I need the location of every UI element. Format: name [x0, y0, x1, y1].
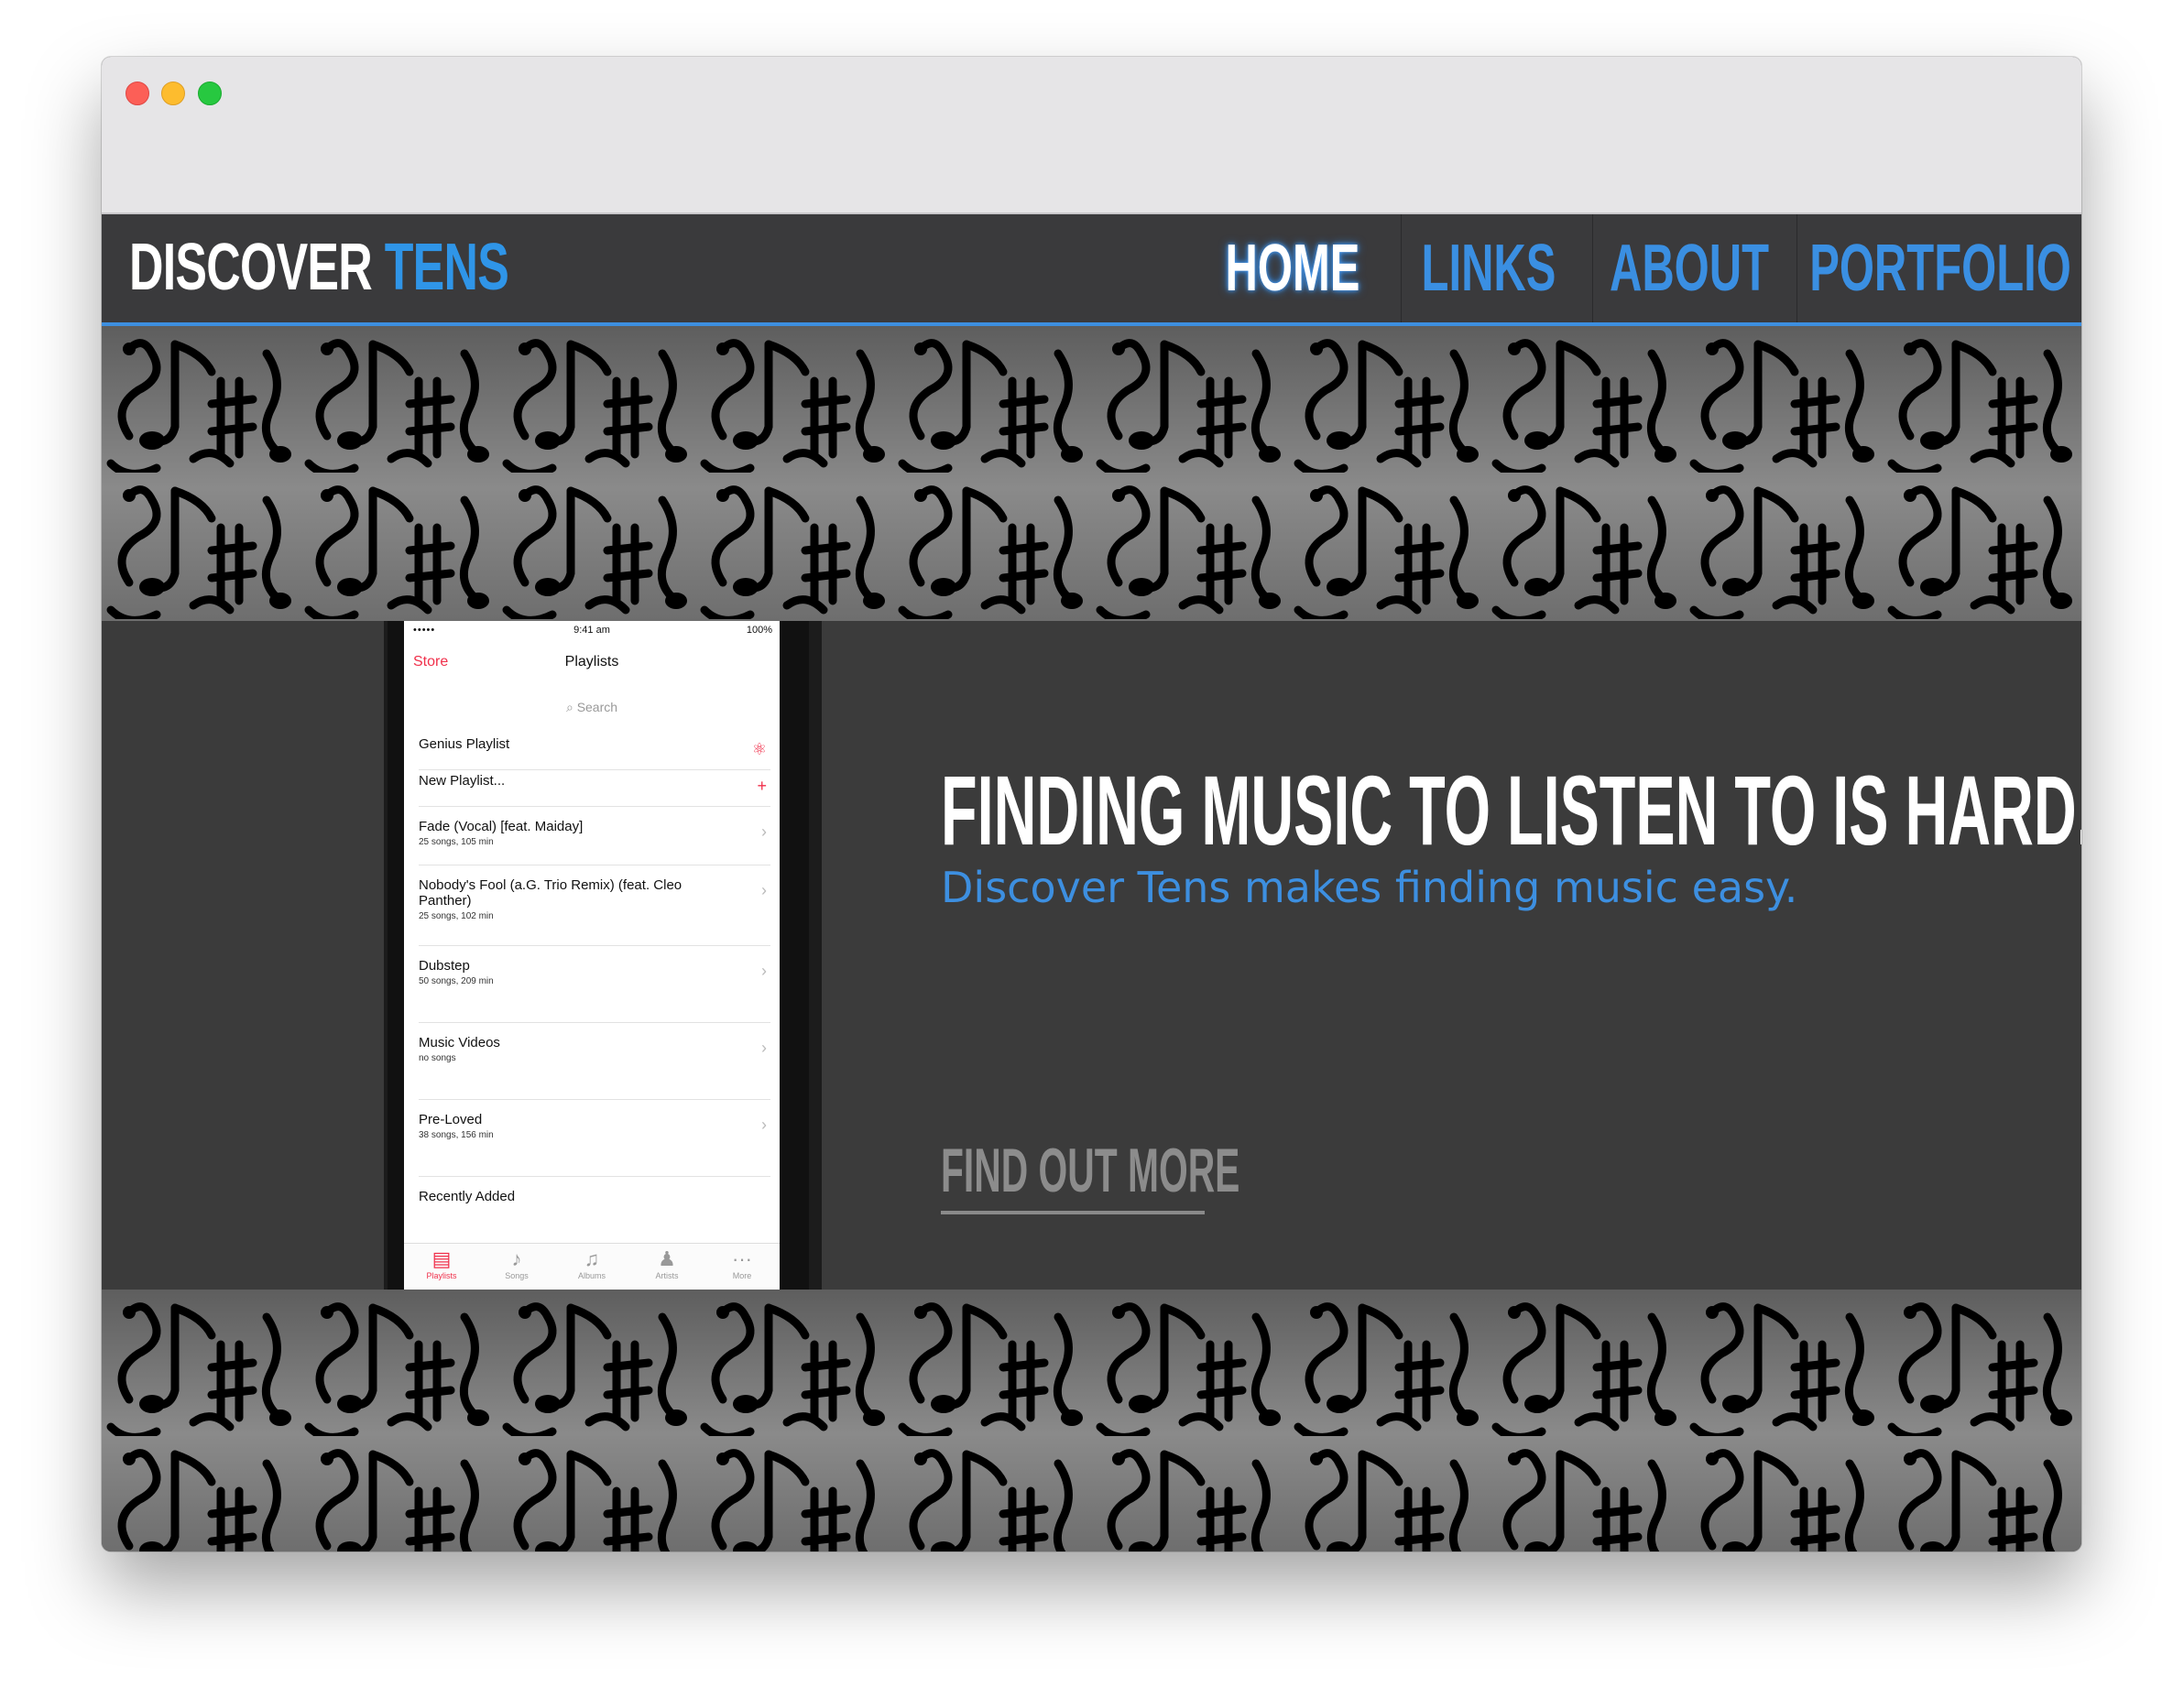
nav-link-links[interactable]: LINKS	[1401, 214, 1576, 322]
playlist-meta: no songs	[419, 1053, 456, 1063]
chevron-right-icon: ›	[761, 881, 767, 899]
chevron-right-icon: ›	[761, 822, 767, 841]
search-icon: ⌕	[565, 700, 573, 714]
tab-label: Songs	[505, 1271, 529, 1280]
music-notes-background	[102, 326, 2081, 621]
plus-icon: +	[757, 777, 767, 795]
tab-playlists[interactable]: ▤ Playlists	[404, 1244, 479, 1290]
tab-artists[interactable]: ♟ Artists	[629, 1244, 704, 1290]
playlist-meta: 38 songs, 156 min	[419, 1130, 494, 1140]
playlist-search-input[interactable]: ⌕ Search	[413, 692, 770, 722]
find-out-more-button[interactable]: FIND OUT MORE	[941, 1136, 1239, 1214]
tab-label: Artists	[655, 1271, 679, 1280]
maximize-window-button[interactable]	[198, 82, 222, 105]
playlist-name: Music Videos	[419, 1035, 500, 1050]
tab-albums[interactable]: ♫ Albums	[554, 1244, 629, 1290]
playlist-icon: ▤	[431, 1247, 452, 1270]
search-placeholder: Search	[576, 700, 618, 714]
music-notes-background	[102, 1290, 2081, 1551]
phone-mockup: ••••• 9:41 am 100% Store Playlists ⌕ Sea…	[384, 621, 822, 1290]
chevron-right-icon: ›	[761, 1116, 767, 1134]
playlist-meta: 50 songs, 209 min	[419, 976, 494, 986]
artist-icon: ♟	[658, 1247, 676, 1270]
more-icon: ···	[732, 1247, 752, 1270]
browser-window: DISCOVER TENS HOME LINKS ABOUT PORTFOLIO	[102, 57, 2081, 1551]
phone-status-bar: ••••• 9:41 am 100%	[404, 625, 780, 639]
nav-link-label: LINKS	[1421, 232, 1556, 305]
album-icon: ♫	[584, 1247, 600, 1270]
playlist-name: Pre-Loved	[419, 1112, 483, 1127]
browser-toolbar	[102, 57, 2081, 214]
playlist-name: Recently Added	[419, 1189, 516, 1204]
phone-tab-bar: ▤ Playlists ♪ Songs ♫ Albums ♟ Artists ·…	[404, 1243, 780, 1290]
playlist-name: Nobody's Fool (a.G. Trio Remix) (feat. C…	[419, 877, 682, 909]
close-window-button[interactable]	[126, 82, 149, 105]
list-item[interactable]: Dubstep 50 songs, 209 min ›	[419, 958, 770, 1023]
music-notes-pattern-top	[102, 326, 2081, 621]
phone-screen: ••••• 9:41 am 100% Store Playlists ⌕ Sea…	[404, 621, 780, 1290]
playlist-name: Dubstep	[419, 958, 470, 974]
list-item[interactable]: Music Videos no songs ›	[419, 1035, 770, 1100]
list-item[interactable]: Genius Playlist ⚛	[419, 736, 770, 770]
brand-word-1: DISCOVER	[129, 231, 373, 304]
list-item[interactable]: New Playlist... +	[419, 773, 770, 807]
nav-link-portfolio[interactable]: PORTFOLIO	[1796, 214, 2081, 322]
tab-label: Albums	[577, 1271, 606, 1280]
hero-section: ••••• 9:41 am 100% Store Playlists ⌕ Sea…	[102, 621, 2081, 1290]
brand-word-2: TENS	[384, 231, 509, 304]
nav-link-home[interactable]: HOME	[1210, 214, 1375, 322]
nav-link-label: PORTFOLIO	[1808, 232, 2071, 305]
cta-label: FIND OUT MORE	[941, 1136, 1240, 1205]
music-notes-pattern-bottom	[102, 1290, 2081, 1551]
playlist-name: Fade (Vocal) [feat. Maiday]	[419, 819, 584, 834]
playlists-title: Playlists	[564, 654, 619, 669]
minimize-window-button[interactable]	[161, 82, 185, 105]
playlist-name: New Playlist...	[419, 773, 506, 789]
list-item[interactable]: Pre-Loved 38 songs, 156 min ›	[419, 1112, 770, 1177]
list-item[interactable]: Fade (Vocal) [feat. Maiday] 25 songs, 10…	[419, 819, 770, 865]
battery-indicator: 100%	[746, 625, 772, 636]
chevron-right-icon: ›	[761, 1039, 767, 1057]
nav-link-label: HOME	[1225, 232, 1360, 305]
tab-more[interactable]: ··· More	[704, 1244, 780, 1290]
list-item[interactable]: Nobody's Fool (a.G. Trio Remix) (feat. C…	[419, 877, 770, 946]
list-item[interactable]: Recently Added	[419, 1189, 770, 1225]
genius-atom-icon: ⚛	[751, 740, 767, 758]
tab-label: Playlists	[426, 1271, 457, 1280]
chevron-right-icon: ›	[761, 962, 767, 980]
site-navbar: DISCOVER TENS HOME LINKS ABOUT PORTFOLIO	[102, 214, 2081, 326]
hero-subheadline: Discover Tens makes finding music easy.	[941, 863, 1798, 912]
tab-label: More	[732, 1271, 752, 1280]
nav-link-label: ABOUT	[1609, 232, 1770, 305]
playlist-name: Genius Playlist	[419, 736, 510, 752]
music-note-icon: ♪	[511, 1247, 522, 1270]
status-time: 9:41 am	[573, 625, 610, 636]
site-logo[interactable]: DISCOVER TENS	[129, 234, 509, 300]
playlist-meta: 25 songs, 105 min	[419, 837, 494, 847]
nav-link-about[interactable]: ABOUT	[1592, 214, 1785, 322]
tab-songs[interactable]: ♪ Songs	[479, 1244, 554, 1290]
hero-headline: FINDING MUSIC TO LISTEN TO IS HARD.	[941, 755, 2081, 865]
playlist-meta: 25 songs, 102 min	[419, 911, 494, 921]
